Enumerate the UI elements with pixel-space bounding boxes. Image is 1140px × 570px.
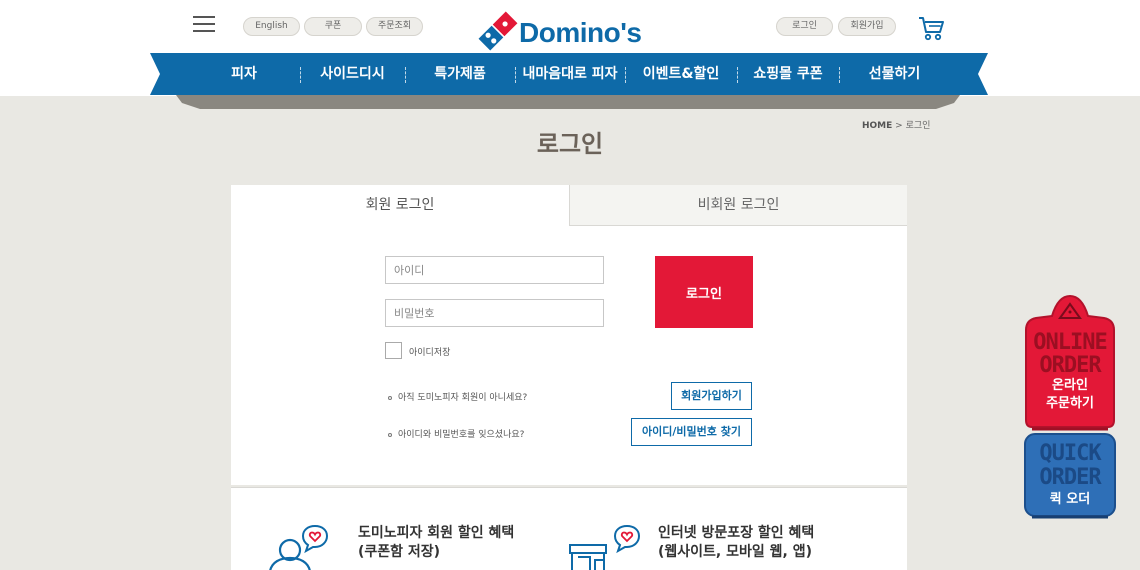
- english-button[interactable]: English: [243, 17, 300, 36]
- tab-member-login[interactable]: 회원 로그인: [231, 185, 569, 226]
- order-lookup-button[interactable]: 주문조회: [366, 17, 423, 36]
- menu-icon[interactable]: [193, 16, 215, 34]
- remember-id-label: 아이디저장: [409, 348, 451, 358]
- online-order-en-line2: ORDER: [1039, 353, 1101, 378]
- bullet-icon: [388, 395, 392, 400]
- nav-gift[interactable]: 선물하기: [839, 53, 950, 95]
- nav-mall-coupon[interactable]: 쇼핑몰 쿠폰: [737, 53, 839, 95]
- bullet-icon: [388, 432, 392, 437]
- quick-order-en-line2: ORDER: [1039, 465, 1101, 490]
- pickup-benefit-text: 인터넷 방문포장 할인 혜택 (웹사이트, 모바일 웹, 앱): [658, 524, 814, 562]
- coupon-button[interactable]: 쿠폰: [304, 17, 362, 36]
- dominos-logo[interactable]: Domino's: [476, 9, 676, 53]
- quick-order-en-line1: QUICK: [1039, 441, 1101, 466]
- member-benefit-subtitle: (쿠폰함 저장): [358, 544, 441, 560]
- pickup-benefit-subtitle: (웹사이트, 모바일 웹, 앱): [658, 544, 812, 560]
- nav-divider: [300, 67, 301, 83]
- nav-divider: [625, 67, 626, 83]
- ribbon-shadow: [176, 95, 960, 109]
- online-order-en-line1: ONLINE: [1033, 330, 1107, 355]
- online-order-ko-line1: 온라인: [1052, 378, 1088, 393]
- online-order-ko-line2: 주문하기: [1046, 396, 1094, 411]
- member-benefit-icon: [269, 524, 329, 570]
- login-link[interactable]: 로그인: [776, 17, 833, 36]
- quick-order-ko: 퀵 오더: [1049, 492, 1091, 507]
- nav-divider: [515, 67, 516, 83]
- remember-id-checkbox[interactable]: [385, 342, 402, 359]
- id-input[interactable]: [385, 256, 604, 284]
- pickup-benefit-icon: [569, 524, 641, 570]
- online-order-badge[interactable]: ONLINE ORDER 온라인 주문하기: [1024, 294, 1116, 432]
- signup-prompt: 아직 도미노피자 회원이 아니세요?: [388, 390, 527, 403]
- cart-icon[interactable]: [917, 14, 945, 42]
- member-benefit-title: 도미노피자 회원 할인 혜택: [358, 525, 515, 541]
- tab-guest-login[interactable]: 비회원 로그인: [569, 185, 907, 226]
- nav-divider: [737, 67, 738, 83]
- login-button[interactable]: 로그인: [655, 256, 753, 328]
- domino-tile-icon: [476, 9, 520, 53]
- nav-pizza[interactable]: 피자: [188, 53, 300, 95]
- nav-events[interactable]: 이벤트&할인: [625, 53, 737, 95]
- quick-order-badge[interactable]: QUICK ORDER 퀵 오더: [1024, 433, 1116, 519]
- login-card: 회원 로그인 비회원 로그인 로그인 아이디저장 아직 도미노피자 회원이 아니…: [231, 185, 907, 485]
- nav-divider: [839, 67, 840, 83]
- page-title: 로그인: [536, 130, 604, 158]
- member-benefit-text: 도미노피자 회원 할인 혜택 (쿠폰함 저장): [358, 524, 514, 562]
- nav-special[interactable]: 특가제품: [405, 53, 515, 95]
- nav-custom-pizza[interactable]: 내마음대로 피자: [515, 53, 625, 95]
- password-input[interactable]: [385, 299, 604, 327]
- nav-divider: [405, 67, 406, 83]
- pickup-benefit-title: 인터넷 방문포장 할인 혜택: [658, 525, 815, 541]
- benefits-section: 도미노피자 회원 할인 혜택 (쿠폰함 저장) 인터넷 방문포장 할인 혜택 (…: [231, 487, 907, 570]
- find-account-button[interactable]: 아이디/비밀번호 찾기: [631, 418, 752, 446]
- find-account-prompt: 아이디와 비밀번호를 잊으셨나요?: [388, 427, 524, 440]
- signup-button[interactable]: 회원가입하기: [671, 382, 752, 410]
- signup-link[interactable]: 회원가입: [838, 17, 896, 36]
- main-nav: 피자 사이드디시 특가제품 내마음대로 피자 이벤트&할인 쇼핑몰 쿠폰 선물하…: [188, 53, 950, 95]
- nav-side-dish[interactable]: 사이드디시: [300, 53, 405, 95]
- logo-wordmark: Domino's: [519, 17, 642, 48]
